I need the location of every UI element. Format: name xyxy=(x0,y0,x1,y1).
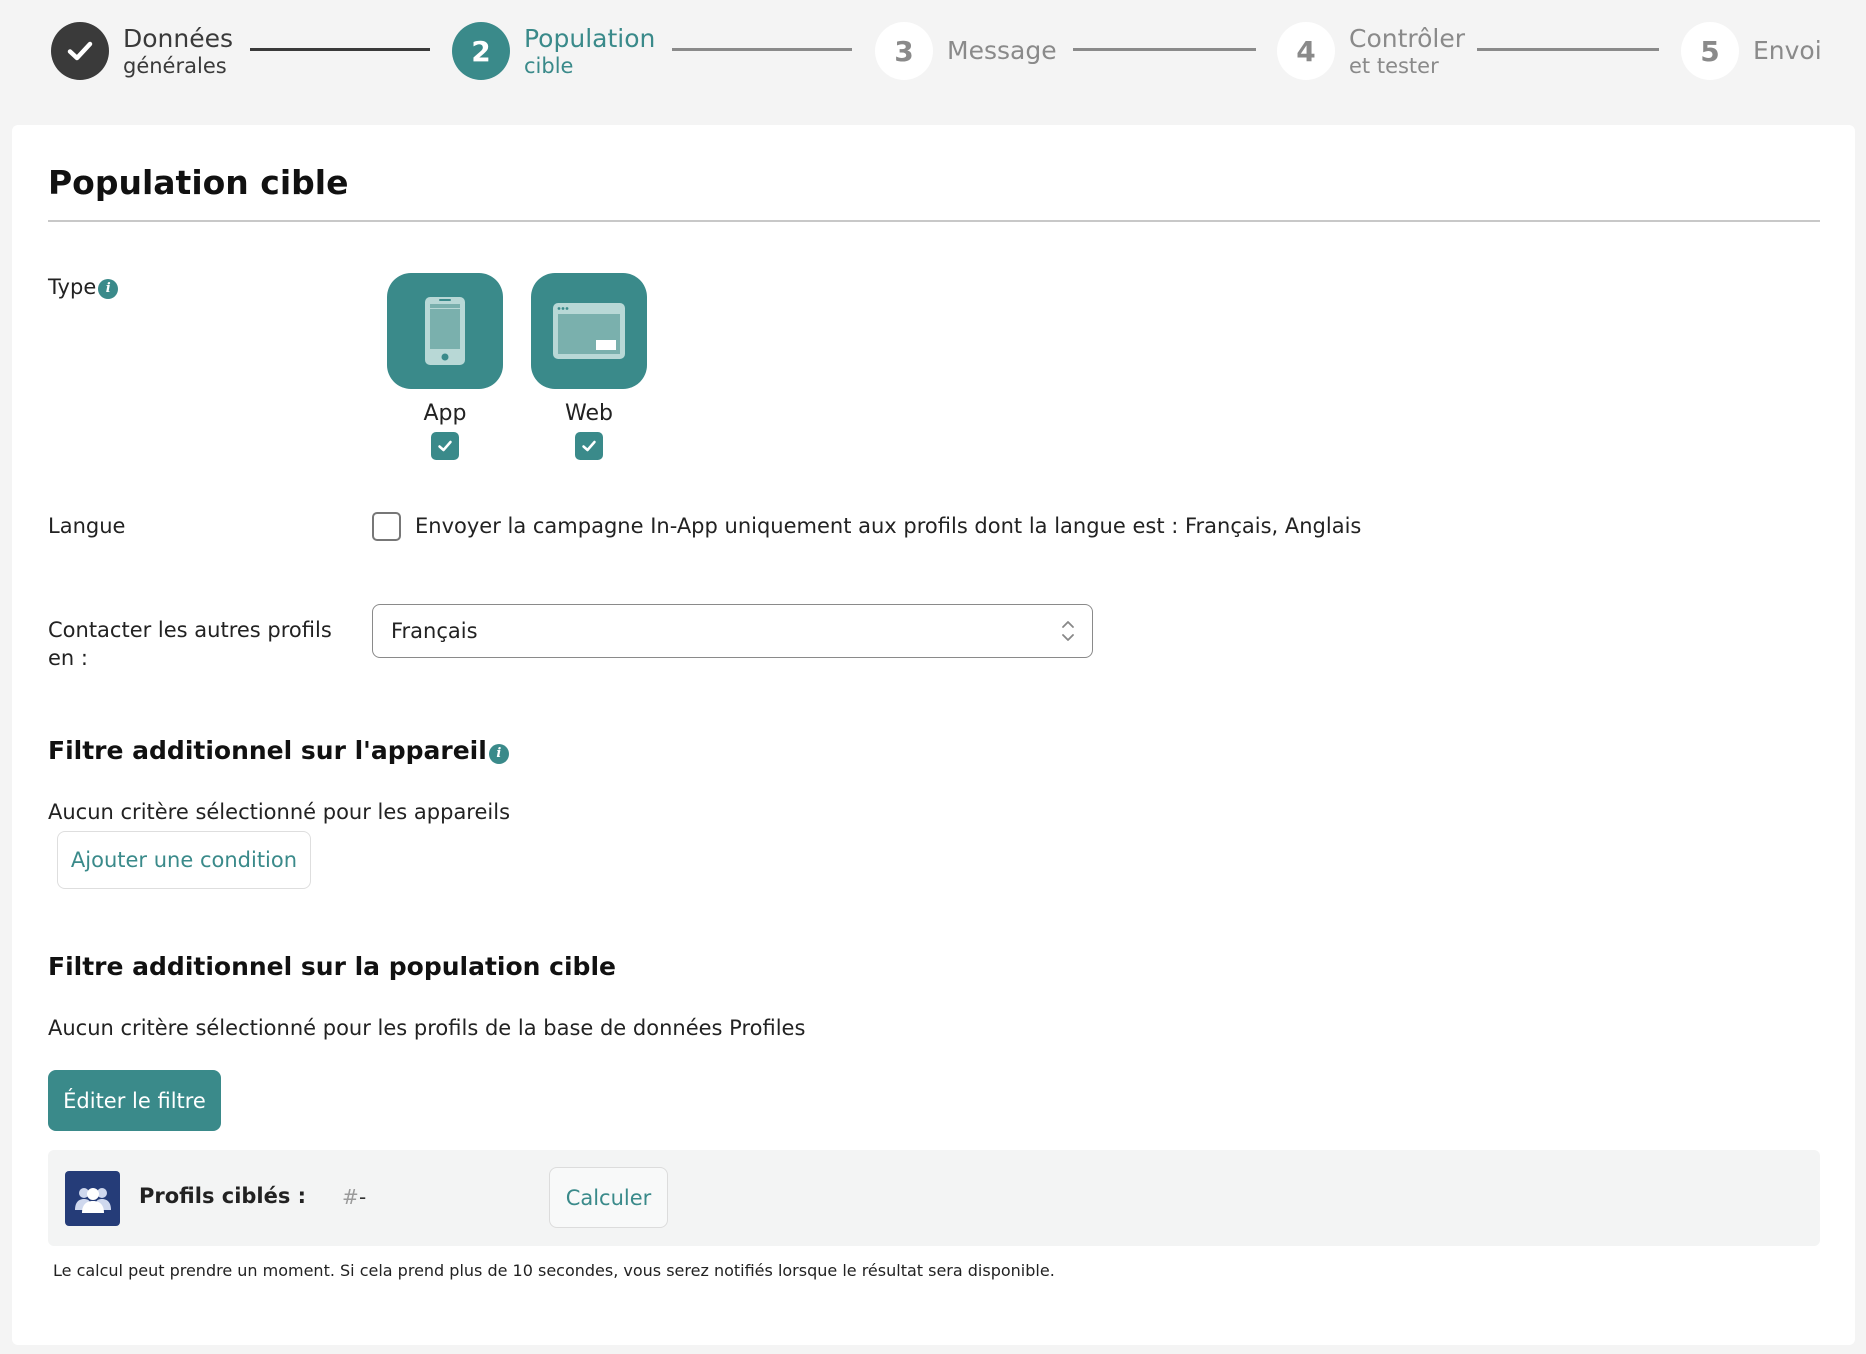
contact-label: Contacter les autres profils en : xyxy=(48,616,332,672)
type-option-app: App xyxy=(387,273,503,460)
check-icon xyxy=(51,22,109,80)
step-connector xyxy=(1477,48,1659,51)
step-label: Envoi xyxy=(1753,36,1822,65)
browser-window-icon xyxy=(553,303,625,359)
web-tile-button[interactable] xyxy=(531,273,647,389)
step-donnees-generales[interactable]: Données générales xyxy=(51,20,233,82)
step-label: Population xyxy=(524,24,656,53)
step-connector xyxy=(672,48,852,51)
app-checkbox[interactable] xyxy=(431,432,459,460)
progress-stepper: Données générales 2 Population cible 3 M… xyxy=(0,0,1866,118)
step-controler-tester[interactable]: 4 Contrôler et tester xyxy=(1277,20,1465,82)
step-number: 4 xyxy=(1277,22,1335,80)
device-filter-title: Filtre additionnel sur l'appareil xyxy=(48,736,487,765)
select-arrows-icon xyxy=(1062,621,1074,641)
population-filter-title: Filtre additionnel sur la population cib… xyxy=(48,952,616,981)
step-label: Données xyxy=(123,24,234,53)
step-label: Contrôler xyxy=(1349,24,1466,53)
users-group-icon xyxy=(65,1171,120,1226)
step-message[interactable]: 3 Message xyxy=(875,20,1057,82)
language-select-value: Français xyxy=(391,619,478,643)
info-icon[interactable]: i xyxy=(98,279,119,299)
calculate-button[interactable]: Calculer xyxy=(549,1167,668,1228)
type-label-row: Type i xyxy=(48,273,119,301)
checkmark-icon xyxy=(582,440,596,452)
language-select[interactable]: Français xyxy=(372,604,1093,658)
step-envoi[interactable]: 5 Envoi xyxy=(1681,20,1822,82)
langue-label: Langue xyxy=(48,514,126,538)
step-label: Message xyxy=(947,36,1057,65)
contact-label-line2: en : xyxy=(48,646,88,670)
profiles-label: Profils ciblés : xyxy=(139,1184,307,1208)
step-number: 5 xyxy=(1681,22,1739,80)
web-checkbox[interactable] xyxy=(575,432,603,460)
population-filter-empty-text: Aucun critère sélectionné pour les profi… xyxy=(48,1016,806,1040)
step-sublabel: et tester xyxy=(1349,54,1439,78)
step-number: 3 xyxy=(875,22,933,80)
title-divider xyxy=(48,220,1820,222)
step-sublabel: cible xyxy=(524,54,574,78)
population-card: Population cible Type i App Web Langue E… xyxy=(12,125,1855,1345)
step-connector xyxy=(250,48,430,51)
step-population-cible[interactable]: 2 Population cible xyxy=(452,20,655,82)
edit-filter-button[interactable]: Éditer le filtre xyxy=(48,1070,221,1131)
langue-checkbox[interactable] xyxy=(372,512,401,541)
contact-label-line1: Contacter les autres profils xyxy=(48,618,332,642)
hash-symbol: # xyxy=(342,1185,359,1209)
step-connector xyxy=(1073,48,1256,51)
targeted-profiles-bar: Profils ciblés : # - Calculer xyxy=(48,1150,1820,1246)
web-label: Web xyxy=(565,401,613,426)
info-icon[interactable]: i xyxy=(488,743,509,764)
langue-checkbox-label[interactable]: Envoyer la campagne In-App uniquement au… xyxy=(415,511,1361,541)
add-condition-button[interactable]: Ajouter une condition xyxy=(57,831,311,889)
step-sublabel: générales xyxy=(123,54,227,78)
app-tile-button[interactable] xyxy=(387,273,503,389)
type-option-web: Web xyxy=(531,273,647,460)
page-title: Population cible xyxy=(48,163,349,202)
mobile-phone-icon xyxy=(425,297,465,365)
checkmark-icon xyxy=(438,440,452,452)
app-label: App xyxy=(423,401,467,426)
device-filter-empty-text: Aucun critère sélectionné pour les appar… xyxy=(48,800,511,824)
profiles-count: - xyxy=(359,1185,367,1209)
step-number: 2 xyxy=(452,22,510,80)
type-label: Type xyxy=(48,275,97,299)
calculation-footnote: Le calcul peut prendre un moment. Si cel… xyxy=(53,1261,1055,1280)
device-filter-title-row: Filtre additionnel sur l'appareil i xyxy=(48,736,509,765)
